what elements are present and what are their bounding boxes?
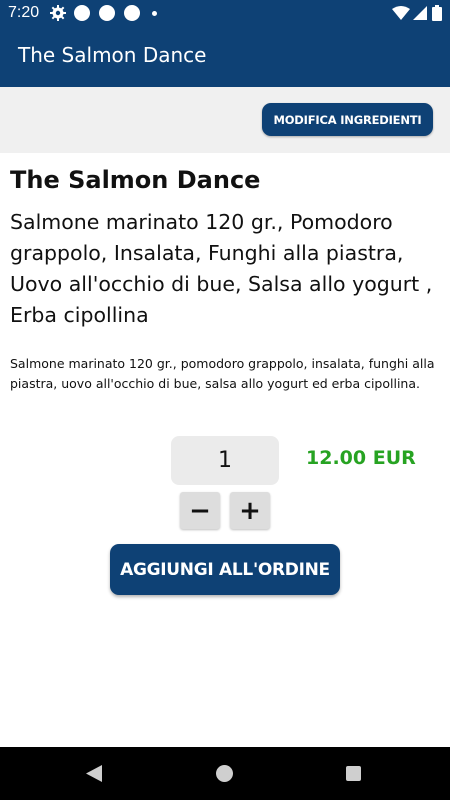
notification-dot-icon (74, 5, 90, 21)
back-icon[interactable] (85, 764, 103, 783)
dish-ingredients: Salmone marinato 120 gr., Pomodoro grapp… (10, 210, 433, 327)
dish-description: Salmone marinato 120 gr., pomodoro grapp… (10, 356, 435, 391)
price-label: 12.00 EUR (306, 447, 416, 469)
status-time: 7:20 (8, 4, 40, 21)
signal-icon (413, 6, 427, 20)
dish-name: The Salmon Dance (10, 166, 261, 194)
notification-dot-icon (99, 5, 115, 21)
status-bar: 7:20 (0, 0, 450, 27)
battery-icon (432, 5, 442, 21)
small-dot-icon (152, 11, 157, 16)
add-to-order-button[interactable]: AGGIUNGI ALL'ORDINE (110, 544, 340, 595)
action-strip: MODIFICA INGREDIENTI (0, 87, 450, 153)
notification-dot-icon (124, 5, 140, 21)
recent-apps-icon[interactable] (346, 766, 361, 781)
gear-icon (50, 5, 66, 21)
wifi-icon (392, 6, 410, 20)
app-bar: The Salmon Dance (0, 27, 450, 87)
edit-ingredients-button[interactable]: MODIFICA INGREDIENTI (262, 103, 433, 136)
app-title: The Salmon Dance (18, 43, 207, 67)
home-icon[interactable] (216, 765, 233, 782)
quantity-field[interactable]: 1 (171, 436, 279, 485)
navigation-bar (0, 747, 450, 800)
decrease-quantity-button[interactable]: − (180, 492, 220, 529)
increase-quantity-button[interactable]: + (230, 492, 270, 529)
